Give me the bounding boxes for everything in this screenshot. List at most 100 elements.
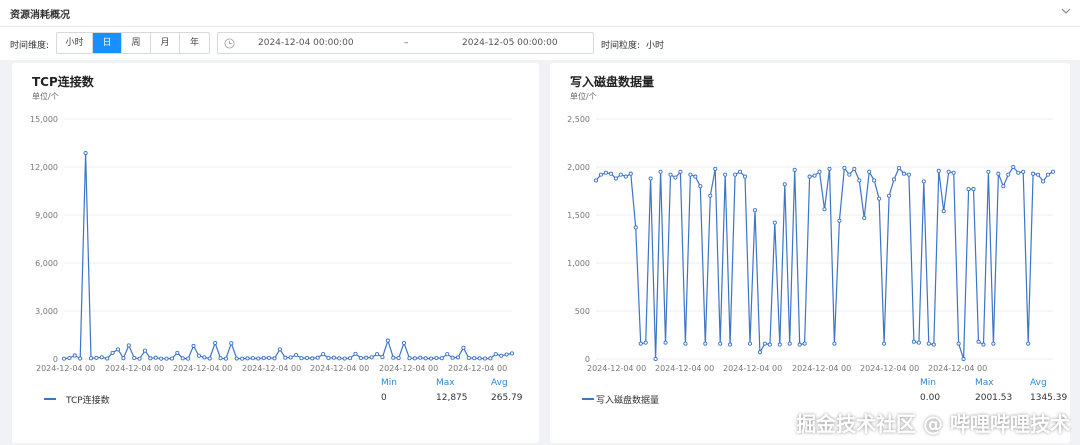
data-point	[877, 196, 882, 201]
dimension-option-hour[interactable]: 小时	[57, 33, 93, 53]
dimension-option-week[interactable]: 周	[122, 33, 151, 53]
data-point	[723, 172, 728, 177]
data-point	[304, 355, 309, 361]
y-tick-label: 2,500	[567, 115, 590, 124]
data-point	[906, 172, 911, 177]
stat-value-max: 2001.53	[975, 393, 1013, 403]
data-point	[787, 341, 792, 346]
data-point	[88, 356, 94, 361]
data-point	[213, 340, 218, 346]
data-point	[718, 341, 723, 346]
dimension-option-day[interactable]: 日	[93, 33, 122, 53]
data-point	[733, 172, 738, 177]
data-point	[822, 207, 827, 212]
y-tick-label: 0	[53, 355, 58, 364]
range-separator: –	[404, 38, 409, 48]
stat-header-min: Min	[381, 378, 397, 388]
data-point	[1026, 341, 1031, 346]
data-point	[1031, 171, 1036, 176]
data-point	[1016, 170, 1021, 175]
x-tick-label: 2024-12-04 00	[105, 364, 164, 373]
data-point	[148, 356, 153, 361]
data-point	[807, 174, 812, 179]
range-end-input[interactable]: 2024-12-05 00:00:00	[462, 38, 558, 48]
tcp-connections-card: TCP连接数 单位/个 0 3,000 6,000 9,000 12,000 15,000…	[12, 63, 539, 443]
data-point	[110, 350, 115, 355]
data-point	[638, 341, 643, 346]
tcp-connections-chart: 0 3,000 6,000 9,000 12,000 15,000 2024-12-04 0…	[30, 115, 515, 373]
data-point	[628, 171, 633, 176]
data-point	[169, 356, 175, 361]
time-dimension-selector: 小时 日 周 月 年	[56, 32, 210, 54]
dimension-option-month[interactable]: 月	[151, 33, 180, 53]
data-point	[1041, 179, 1046, 184]
legend-label[interactable]: TCP连接数	[66, 393, 110, 406]
data-point	[439, 356, 444, 361]
dimension-option-year[interactable]: 年	[180, 33, 209, 53]
data-point	[817, 169, 822, 174]
data-point	[369, 355, 374, 360]
data-point	[852, 166, 857, 171]
stat-value-min: 0	[381, 393, 387, 403]
data-point	[267, 355, 272, 360]
legend-label[interactable]: 写入磁盘数据量	[596, 393, 659, 406]
stat-header-max: Max	[436, 378, 455, 388]
data-point	[593, 178, 599, 183]
data-point	[277, 347, 282, 352]
stat-header-max: Max	[975, 378, 994, 388]
data-point	[126, 343, 131, 348]
data-point	[887, 193, 892, 198]
data-point	[310, 356, 315, 361]
data-point	[891, 177, 897, 182]
data-point	[951, 170, 956, 175]
data-point	[956, 341, 961, 346]
data-point	[223, 356, 228, 361]
data-point	[358, 355, 363, 361]
data-point	[1036, 172, 1041, 177]
data-point	[380, 355, 385, 360]
data-point	[648, 176, 653, 181]
data-point	[752, 208, 758, 213]
data-point	[423, 356, 428, 361]
data-point	[240, 356, 245, 361]
data-point	[1045, 172, 1051, 177]
data-point	[488, 356, 493, 361]
x-tick-label: 2024-12-04 00	[792, 364, 851, 373]
data-point	[1021, 169, 1026, 174]
data-point	[407, 356, 412, 361]
date-range-picker[interactable]: 2024-12-04 00:00:00 – 2024-12-05 00:00:0…	[217, 32, 594, 54]
data-point	[673, 175, 678, 180]
data-point	[1006, 172, 1011, 177]
y-tick-label: 6,000	[35, 259, 58, 268]
x-tick-label: 2024-12-04 00	[587, 364, 646, 373]
y-tick-label: 2,000	[567, 163, 590, 172]
data-point	[931, 342, 936, 347]
data-point	[966, 187, 971, 192]
x-tick-label: 2024-12-04 00	[860, 364, 919, 373]
data-point	[364, 355, 369, 360]
data-point	[598, 172, 604, 177]
data-point	[1050, 169, 1056, 174]
section-title: 资源消耗概况	[10, 10, 70, 21]
stat-value-avg: 265.79	[491, 393, 523, 403]
data-point	[418, 355, 423, 360]
x-tick-label: 2024-12-04 00	[928, 364, 987, 373]
data-point	[331, 355, 336, 360]
chevron-down-icon[interactable]	[1060, 5, 1072, 17]
data-point	[946, 169, 951, 174]
data-point	[472, 356, 477, 361]
data-point	[941, 209, 946, 214]
data-point	[812, 173, 817, 178]
data-point	[164, 356, 169, 361]
data-point	[99, 355, 104, 360]
data-point	[445, 352, 450, 357]
range-start-input[interactable]: 2024-12-04 00:00:00	[258, 38, 354, 48]
filter-toolbar: 时间维度: 小时 日 周 月 年 2024-12-04 00:00:00 – 2…	[0, 27, 1080, 60]
x-tick-label: 2024-12-04 00	[448, 364, 507, 373]
data-point	[986, 169, 991, 174]
x-tick-label: 2024-12-04 00	[173, 364, 232, 373]
data-point	[294, 352, 299, 358]
data-point	[708, 193, 713, 198]
data-point	[482, 356, 488, 361]
data-point	[683, 341, 688, 346]
